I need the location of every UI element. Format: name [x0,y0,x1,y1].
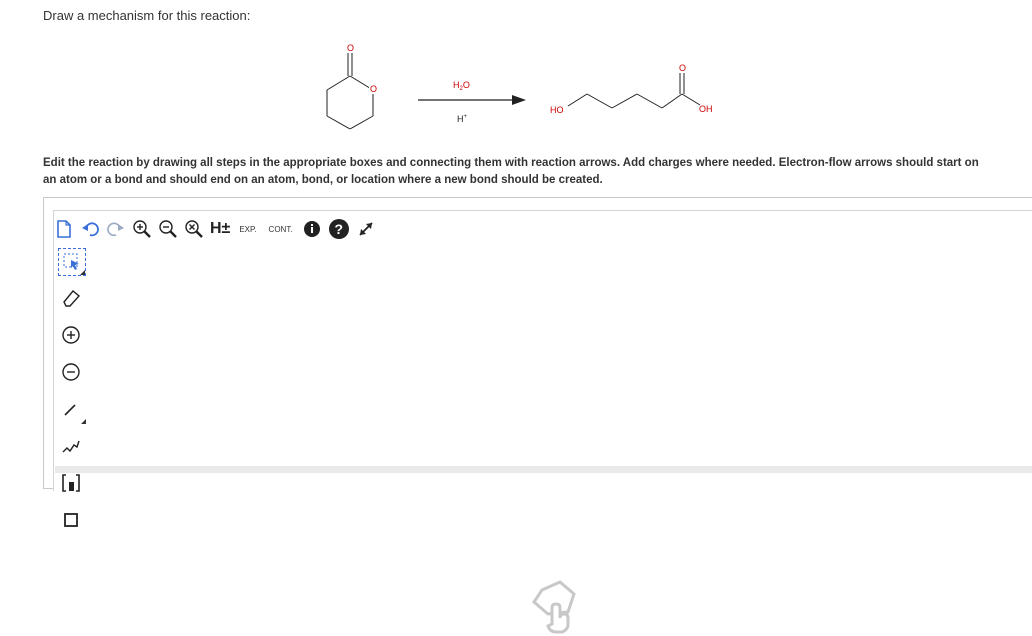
product-left-hydroxyl: HO [550,105,564,115]
drawing-canvas[interactable] [53,210,1032,491]
document-icon [57,220,71,238]
product-right-hydroxyl: OH [699,104,713,114]
zoom-in-icon [133,220,151,238]
new-document-button[interactable] [54,217,74,241]
chain-icon [62,440,80,453]
chain-tool[interactable] [56,431,86,461]
reactant-lactone [326,52,374,130]
question-prompt: Draw a mechanism for this reaction: [43,8,251,23]
redo-button[interactable] [106,217,126,241]
reaction-scheme: O O H2O H+ HO OH O [326,42,713,130]
select-tool[interactable] [58,248,86,276]
contract-button[interactable]: CONT. [266,217,296,241]
reaction-arrow [418,95,526,105]
eraser-icon [63,290,81,307]
zoom-reset-button[interactable] [184,217,204,241]
zoom-in-button[interactable] [132,217,152,241]
minus-circle-icon [62,363,80,381]
explicit-hydrogens-button[interactable]: H± [210,217,230,241]
positive-charge-tool[interactable] [56,320,86,350]
reagent-water: H2O [453,80,470,92]
editor-sidebar [56,248,88,542]
product-hydroxy-acid [567,72,701,109]
contract-label: CONT. [268,224,293,234]
zoom-reset-icon [185,220,203,238]
chemdraw-watermark-icon [532,580,576,634]
editor-toolbar: H± EXP. CONT. ? [54,216,382,242]
tool-options-indicator [81,419,86,424]
expand-arrows-icon [358,222,373,236]
rectangle-icon [64,513,78,527]
single-bond-icon [64,404,76,416]
question-instructions: Edit the reaction by drawing all steps i… [43,157,979,186]
fullscreen-button[interactable] [356,217,376,241]
zoom-out-button[interactable] [158,217,178,241]
zoom-out-icon [159,220,177,238]
tool-options-indicator [80,270,85,275]
shape-tool[interactable] [56,505,86,535]
svg-text:?: ? [334,221,343,237]
info-button[interactable] [302,217,322,241]
plus-circle-icon [62,326,80,344]
lasso-select-icon [63,253,79,270]
reagent-acid: H+ [457,114,468,124]
reactant-ring-oxygen: O [370,84,377,94]
undo-icon [82,222,99,237]
redo-icon [107,222,124,237]
negative-charge-tool[interactable] [56,357,86,387]
drawing-editor: H± EXP. CONT. ? [43,197,1032,634]
expand-label: EXP. [239,224,257,234]
undo-button[interactable] [80,217,100,241]
info-icon [303,221,320,237]
expand-button[interactable]: EXP. [236,217,259,241]
bracket-icon [62,474,80,492]
editor-footer-bar [55,466,1032,473]
help-icon: ? [328,219,349,239]
eraser-tool[interactable] [56,283,86,313]
reactant-carbonyl-oxygen: O [347,43,354,53]
bond-tool[interactable] [56,394,86,424]
product-carbonyl-oxygen: O [679,63,686,73]
help-button[interactable]: ? [328,217,350,241]
